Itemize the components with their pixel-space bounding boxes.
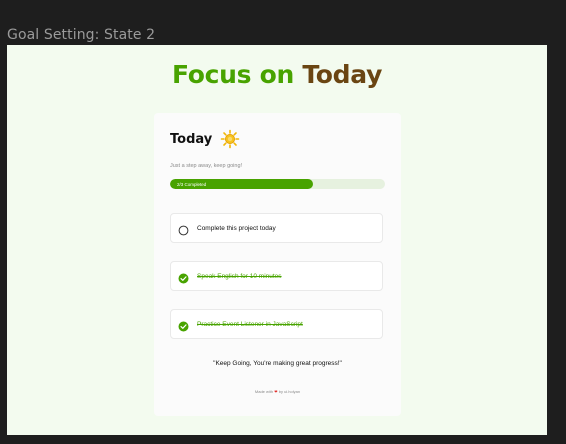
task-item[interactable]: Complete this project today [170,213,383,243]
task-item[interactable]: Practice Event Listener in JavaScript [170,309,383,339]
footer-credit: Made with ❤ by ui.holyan [154,389,401,394]
progress-bar: 2/3 Completed [170,179,385,189]
task-label: Speak English for 10 minutes [197,272,282,280]
task-item[interactable]: Speak English for 10 minutes [170,261,383,291]
task-label: Practice Event Listener in JavaScript [197,320,303,328]
goal-card: Today Just a step away, keep going! 2/3 … [154,113,401,416]
progress-fill: 2/3 Completed [170,179,314,189]
check-circle-icon[interactable] [178,319,189,331]
check-circle-icon[interactable] [178,271,189,283]
motivation-quote: "Keep Going, You're making great progres… [213,360,342,367]
app-frame: Focus on Today Today Just a step away, k… [7,45,547,435]
footer-suffix: by ui.holyan [278,389,301,394]
page-title-today: Today [302,60,383,89]
card-header: Today [170,129,240,149]
card-title: Today [170,131,213,147]
footer-prefix: Made with [254,389,274,394]
sun-icon [220,129,240,149]
card-subtitle: Just a step away, keep going! [170,163,243,169]
page-title: Focus on Today [7,60,547,89]
page-title-focus: Focus on [171,60,294,89]
progress-label: 2/3 Completed [177,181,207,187]
circle-outline-icon[interactable] [178,223,189,235]
heart-icon: ❤ [274,389,278,394]
task-label: Complete this project today [197,224,276,232]
frame-label: Goal Setting: State 2 [7,27,156,43]
